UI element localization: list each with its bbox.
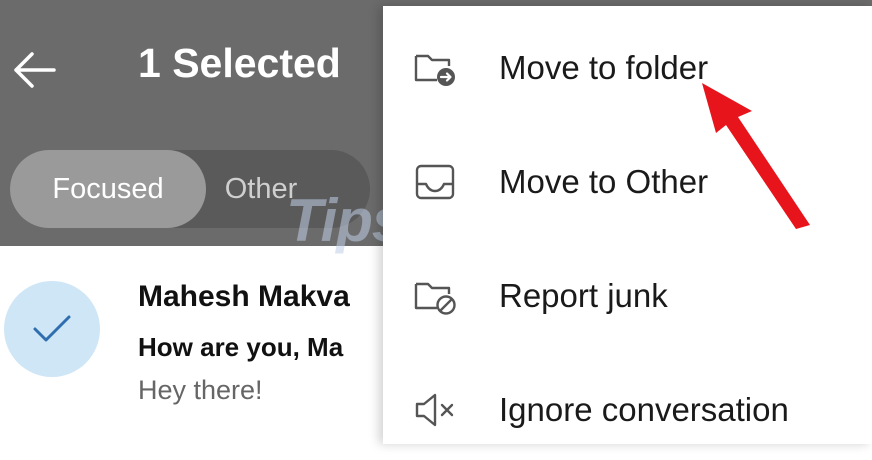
menu-item-label: Move to Other — [499, 163, 709, 200]
arrow-left-icon — [14, 52, 56, 88]
inbox-tray-icon — [413, 160, 457, 204]
speaker-mute-icon — [413, 388, 457, 432]
tab-other[interactable]: Other — [206, 150, 316, 228]
menu-item-label: Ignore conversation — [499, 391, 789, 428]
actions-menu: Move to folder Move to Other Report junk — [383, 6, 872, 444]
folder-block-icon — [413, 274, 457, 318]
message-preview: Hey there! — [138, 375, 263, 405]
selection-count-title: 1 Selected — [138, 40, 341, 86]
menu-item-label: Move to folder — [499, 49, 709, 86]
tab-focused[interactable]: Focused — [10, 150, 206, 228]
message-sender: Mahesh Makva — [138, 280, 350, 313]
menu-item-report-junk[interactable]: Report junk — [383, 246, 872, 346]
menu-item-move-to-folder[interactable]: Move to folder — [383, 18, 872, 118]
folder-move-icon — [413, 46, 457, 90]
checkmark-icon — [33, 315, 71, 342]
menu-item-move-to-other[interactable]: Move to Other — [383, 132, 872, 232]
menu-item-label: Report junk — [499, 277, 668, 314]
menu-item-ignore-conversation[interactable]: Ignore conversation — [383, 360, 872, 460]
selected-avatar[interactable] — [4, 281, 100, 377]
message-subject: How are you, Ma — [138, 332, 344, 362]
back-button[interactable] — [8, 44, 60, 96]
